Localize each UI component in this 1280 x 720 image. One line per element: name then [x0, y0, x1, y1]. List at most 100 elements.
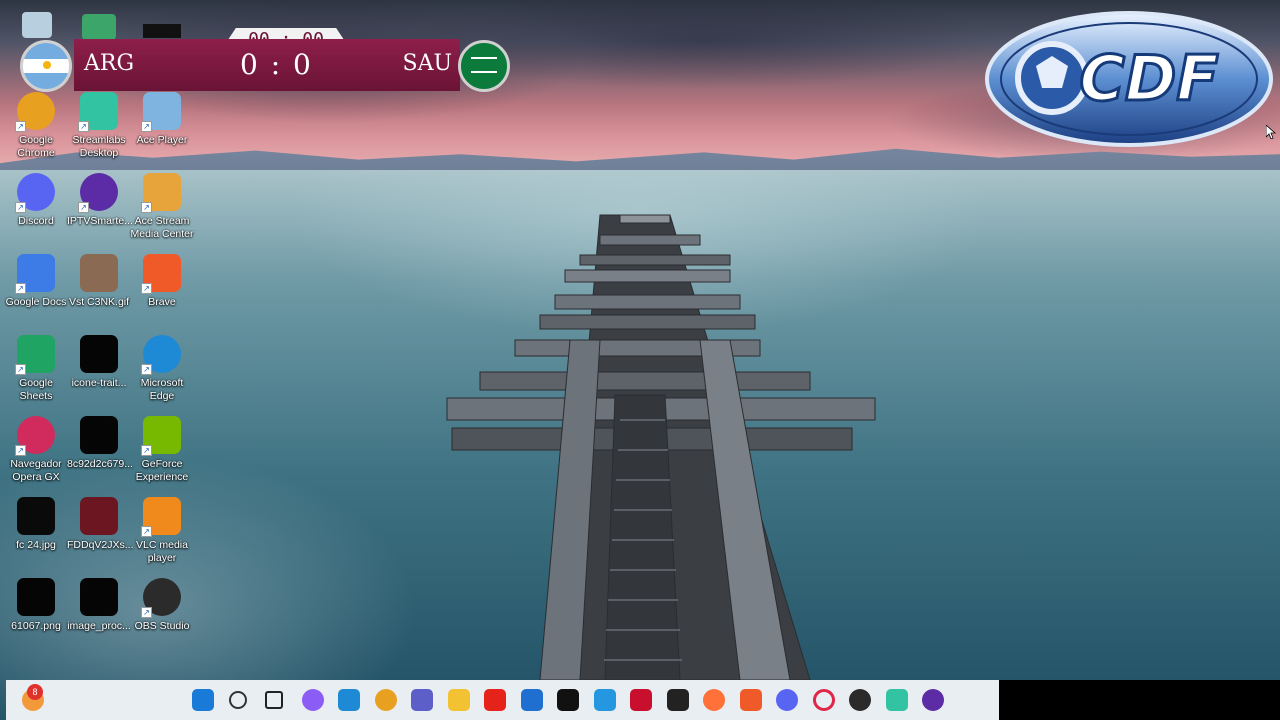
- streamlabs-icon: ↗: [78, 92, 118, 132]
- shortcut-arrow-icon: ↗: [141, 526, 152, 537]
- taskbar-iptv-icon[interactable]: [922, 689, 944, 711]
- match-score: 0 : 0: [240, 48, 313, 81]
- desktop-icon[interactable]: ↗ Google Chrome: [4, 92, 68, 160]
- taskbar-edge-icon[interactable]: [338, 689, 360, 711]
- desktop-icon-label: Vst C3NK.gif: [68, 296, 130, 308]
- shortcut-arrow-icon: ↗: [15, 121, 26, 132]
- shortcut-arrow-icon: ↗: [141, 202, 152, 213]
- saudi-flag-icon: [458, 40, 510, 92]
- taskbar-obs-icon[interactable]: [849, 689, 871, 711]
- taskbar-firefox-icon[interactable]: [703, 689, 725, 711]
- desktop-icon[interactable]: fc 24.jpg: [4, 497, 68, 552]
- desktop-icon-label: Ace Player: [136, 134, 188, 146]
- desktop-icon[interactable]: ↗ GeForce Experience: [130, 416, 194, 484]
- black-file-icon: [17, 578, 55, 616]
- shortcut-arrow-icon: ↗: [15, 283, 26, 294]
- desktop-icon[interactable]: ↗ Ace Stream Media Center: [130, 173, 194, 241]
- discord-icon: ↗: [15, 173, 55, 213]
- desktop-icon-label: IPTVSmarte...: [67, 215, 133, 227]
- shortcut-arrow-icon: ↗: [141, 121, 152, 132]
- score-bar: ARG 0 : 0 SAU: [74, 39, 460, 91]
- taskbar-opera-icon[interactable]: [812, 689, 835, 711]
- desktop-icon[interactable]: ↗ Google Docs: [4, 254, 68, 309]
- taskbar-pluto-tv-icon[interactable]: [557, 689, 579, 711]
- desktop-icon[interactable]: 8c92d2c679...: [67, 416, 133, 471]
- shortcut-arrow-icon: ↗: [141, 445, 152, 456]
- desktop-icon[interactable]: ↗ Google Sheets: [4, 335, 68, 403]
- taskbar-mcafee-icon[interactable]: [630, 689, 652, 711]
- notification-badge: 8: [27, 684, 43, 700]
- taskbar-file-explorer-icon[interactable]: [447, 689, 470, 711]
- desktop-icon[interactable]: ↗ Discord: [4, 173, 68, 228]
- desktop-icon-label: Microsoft Edge: [140, 377, 184, 402]
- desktop-icon[interactable]: ↗ Streamlabs Desktop: [67, 92, 131, 160]
- shortcut-arrow-icon: ↗: [141, 283, 152, 294]
- desktop-icon[interactable]: image_proc...: [67, 578, 131, 633]
- desktop-icon[interactable]: ↗ Brave: [130, 254, 194, 309]
- desktop-icon[interactable]: Vst C3NK.gif: [67, 254, 131, 309]
- taskbar-streamlabs-icon[interactable]: [885, 689, 908, 711]
- gif-file-icon: [80, 254, 118, 292]
- svg-text:CDF: CDF: [1079, 42, 1218, 115]
- jpg-file-icon: [17, 497, 55, 535]
- desktop-icon[interactable]: ↗ OBS Studio: [130, 578, 194, 633]
- taskbar: [6, 680, 999, 720]
- taskbar-start-icon[interactable]: [192, 689, 214, 711]
- argentina-flag-icon: [20, 40, 72, 92]
- desktop-icon[interactable]: ↗ IPTVSmarte...: [67, 173, 133, 228]
- home-team-name: ARG: [84, 51, 135, 76]
- taskbar-discord-icon[interactable]: [776, 689, 798, 711]
- desktop-icon-label: 8c92d2c679...: [67, 458, 133, 470]
- desktop-icon[interactable]: 61067.png: [4, 578, 68, 633]
- taskbar-speedometer-icon[interactable]: [666, 689, 689, 711]
- vlc-icon: ↗: [141, 497, 181, 537]
- desktop-icon-label: Discord: [18, 215, 54, 227]
- obs-icon: ↗: [141, 578, 181, 618]
- match-scoreboard: 00 : 00 ARG 0 : 0 SAU: [20, 28, 512, 98]
- taskbar-store-icon[interactable]: [520, 689, 543, 711]
- image-file-icon: [80, 497, 118, 535]
- shortcut-arrow-icon: ↗: [141, 607, 152, 618]
- desktop-icon-label: Google Docs: [5, 296, 67, 308]
- taskbar-diamond-app-icon[interactable]: [484, 689, 506, 711]
- geforce-icon: ↗: [141, 416, 181, 456]
- taskbar-black-region: [999, 680, 1280, 720]
- desktop-icon[interactable]: ↗ Microsoft Edge: [130, 335, 194, 403]
- black-file-icon: [80, 335, 118, 373]
- desktop-icon-label: icone-trait...: [71, 377, 127, 389]
- taskbar-brave-icon[interactable]: [739, 689, 762, 711]
- desktop-icon[interactable]: ↗ Ace Player: [130, 92, 194, 147]
- desktop-icon[interactable]: FDDqV2JXs...: [67, 497, 134, 552]
- edge-icon: ↗: [141, 335, 181, 375]
- desktop-icon-label: Google Sheets: [19, 377, 53, 402]
- taskbar-copilot-icon[interactable]: [301, 689, 324, 711]
- chrome-icon: ↗: [15, 92, 55, 132]
- shortcut-arrow-icon: ↗: [15, 364, 26, 375]
- desktop-icon-label: Ace Stream Media Center: [130, 215, 194, 240]
- desktop-icon-label: Brave: [148, 296, 176, 308]
- desktop-icon-label: 61067.png: [11, 620, 61, 632]
- google-sheets-icon: ↗: [15, 335, 55, 375]
- desktop-icon[interactable]: ↗ Navegador Opera GX: [4, 416, 68, 484]
- brave-icon: ↗: [141, 254, 181, 294]
- taskbar-chrome-icon[interactable]: [374, 689, 397, 711]
- desktop-icon-label: Google Chrome: [17, 134, 55, 159]
- ace-player-icon: ↗: [141, 92, 181, 132]
- taskbar-task-view-icon[interactable]: [265, 691, 283, 709]
- mouse-cursor: [1266, 125, 1276, 139]
- shortcut-arrow-icon: ↗: [78, 202, 89, 213]
- desktop-icon[interactable]: ↗ VLC media player: [130, 497, 194, 565]
- taskbar-photos-icon[interactable]: [593, 689, 616, 711]
- shortcut-arrow-icon: ↗: [78, 121, 89, 132]
- taskbar-search-icon[interactable]: [228, 691, 247, 709]
- black-file-icon: [80, 578, 118, 616]
- black-file-icon: [80, 416, 118, 454]
- ace-stream-icon: ↗: [141, 173, 181, 213]
- taskbar-teams-icon[interactable]: [411, 689, 433, 711]
- google-docs-icon: ↗: [15, 254, 55, 294]
- desktop-icon-label: fc 24.jpg: [16, 539, 56, 551]
- away-team-name: SAU: [402, 51, 453, 76]
- opera-gx-icon: ↗: [15, 416, 55, 456]
- desktop-icon-label: Navegador Opera GX: [10, 458, 62, 483]
- desktop-icon[interactable]: icone-trait...: [67, 335, 131, 390]
